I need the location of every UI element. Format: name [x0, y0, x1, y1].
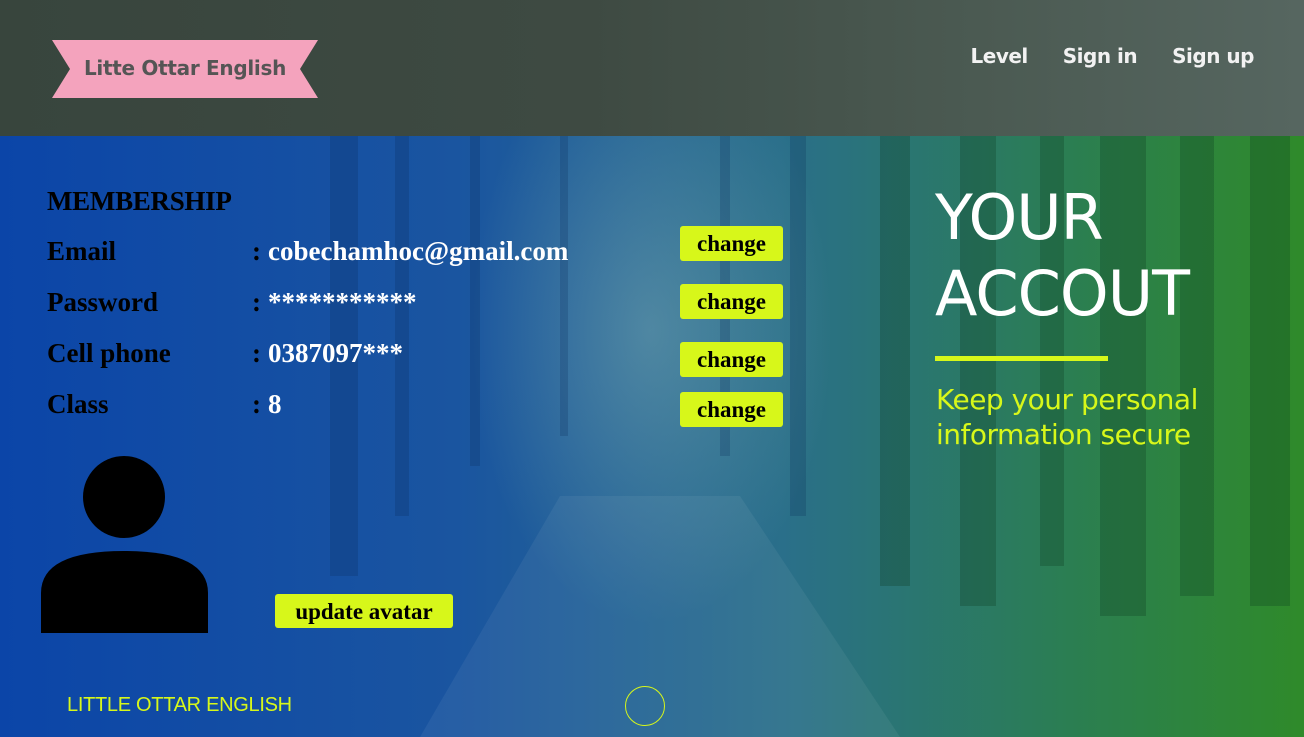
membership-heading: MEMBERSHIP	[47, 186, 232, 216]
phone-label: Cell phone	[47, 338, 171, 368]
change-password-button[interactable]: change	[680, 284, 783, 319]
email-label: Email	[47, 236, 117, 266]
main-nav: Level Sign in Sign up	[971, 44, 1255, 68]
class-label: Class	[47, 389, 109, 419]
password-value: ***********	[268, 287, 417, 317]
email-row: Email : cobechamhoc@gmail.com change	[47, 226, 787, 272]
person-silhouette-icon	[41, 456, 208, 633]
separator: :	[252, 236, 261, 266]
change-email-button[interactable]: change	[680, 226, 783, 261]
change-class-button[interactable]: change	[680, 392, 783, 427]
nav-sign-in[interactable]: Sign in	[1063, 44, 1138, 68]
footer-brand: LITTLE OTTAR ENGLISH	[67, 694, 292, 716]
email-value: cobechamhoc@gmail.com	[268, 236, 569, 266]
hero-divider	[935, 356, 1108, 361]
hero-subtitle: Keep your personal information secure	[936, 383, 1198, 451]
account-page: Litte Ottar English Level Sign in Sign u…	[0, 0, 1304, 737]
separator: :	[252, 389, 261, 419]
phone-value: 0387097***	[268, 338, 403, 368]
nav-sign-up[interactable]: Sign up	[1172, 44, 1254, 68]
separator: :	[252, 287, 261, 317]
hero-title: YOUR ACCOUT	[935, 180, 1190, 332]
logo-text: Litte Ottar English	[83, 56, 287, 80]
site-logo[interactable]: Litte Ottar English	[52, 40, 318, 98]
hero-title-line1: YOUR	[935, 181, 1104, 254]
change-phone-button[interactable]: change	[680, 342, 783, 377]
phone-row: Cell phone : 0387097*** change	[47, 338, 787, 377]
separator: :	[252, 338, 261, 368]
update-avatar-button[interactable]: update avatar	[275, 594, 453, 628]
circle-icon[interactable]	[625, 686, 665, 726]
hero-title-line2: ACCOUT	[935, 257, 1190, 330]
nav-level[interactable]: Level	[971, 44, 1029, 68]
class-row: Class : 8 change	[47, 389, 787, 427]
password-row: Password : *********** change	[47, 284, 787, 323]
password-label: Password	[47, 287, 159, 317]
class-value: 8	[268, 389, 282, 419]
site-header: Litte Ottar English Level Sign in Sign u…	[0, 0, 1304, 136]
